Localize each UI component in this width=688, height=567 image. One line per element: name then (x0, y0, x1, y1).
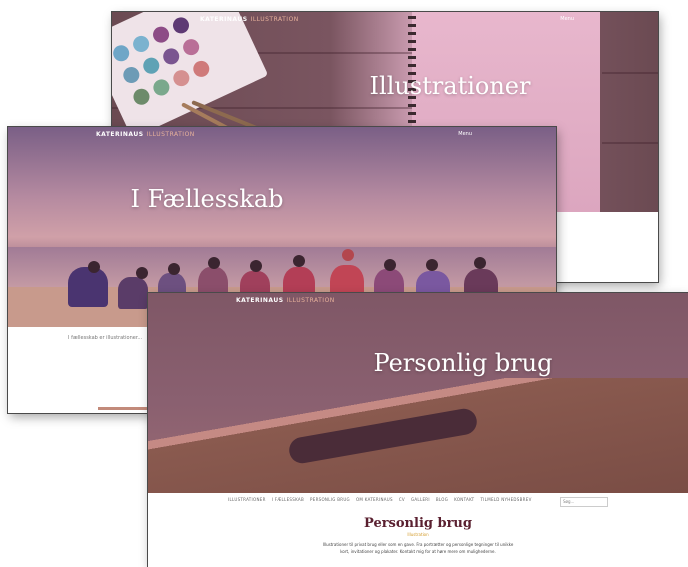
person-head (293, 255, 305, 267)
site-logo[interactable]: KATERINAUS ILLUSTRATION (200, 16, 299, 23)
person-head (342, 249, 354, 261)
person-head (208, 257, 220, 269)
site-logo[interactable]: KATERINAUS ILLUSTRATION (236, 297, 335, 304)
site-logo[interactable]: KATERINAUS ILLUSTRATION (96, 131, 195, 138)
person-figure (118, 277, 148, 309)
hero-title: Illustrationer (369, 72, 531, 100)
nav-item[interactable]: BLOG (436, 497, 448, 502)
person-head (136, 267, 148, 279)
hero-title: Personlig brug (373, 349, 553, 377)
hero-title: I Fællesskab (130, 185, 284, 213)
screenshot-card-personal: KATERINAUS ILLUSTRATION Personlig brug IL… (148, 293, 688, 567)
person-head (426, 259, 438, 271)
wood-plank-line (602, 142, 658, 144)
menu-button[interactable]: Menu (560, 16, 574, 22)
nav-item[interactable]: GALLERI (411, 497, 430, 502)
nav-item[interactable]: CV (399, 497, 405, 502)
nav-item[interactable]: KONTAKT (454, 497, 474, 502)
main-navigation: ILLUSTRATIONER I FÆLLESSKAB PERSONLIG BR… (228, 497, 532, 502)
person-head (474, 257, 486, 269)
nav-item[interactable]: OM KATERINAUS (356, 497, 393, 502)
hero-banner: KATERINAUS ILLUSTRATION Personlig brug (148, 293, 688, 493)
menu-button[interactable]: Menu (458, 131, 472, 137)
person-head (250, 260, 262, 272)
search-input[interactable]: Søg... (560, 497, 608, 507)
person-head (168, 263, 180, 275)
nav-item[interactable]: I FÆLLESSKAB (272, 497, 304, 502)
section-title: Personlig brug (364, 516, 472, 531)
section-body-text: Illustrationer til privat brug eller som… (322, 542, 514, 554)
person-head (384, 259, 396, 271)
nav-item[interactable]: ILLUSTRATIONER (228, 497, 266, 502)
person-head (88, 261, 100, 273)
nav-item[interactable]: TILMELD NYHEDSBREV (480, 497, 531, 502)
section-subtitle: Illustration (407, 532, 429, 537)
person-figure (68, 267, 108, 307)
nav-item[interactable]: PERSONLIG BRUG (310, 497, 350, 502)
body-snippet: I fællesskab er illustrationer... (68, 335, 143, 341)
